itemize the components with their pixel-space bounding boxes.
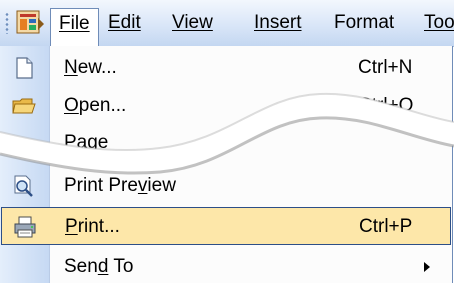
print-preview-icon <box>12 175 36 197</box>
menu-item-new[interactable]: New... Ctrl+N <box>0 49 452 87</box>
menu-item-page-setup[interactable]: Page <box>0 124 452 162</box>
office-app-icon[interactable] <box>14 8 46 38</box>
menu-insert[interactable]: Insert <box>254 8 302 38</box>
menu-item-print-label: Print... <box>65 216 120 237</box>
menu-item-send-to-label: Send To <box>64 256 134 277</box>
menu-edit[interactable]: Edit <box>108 8 141 38</box>
menu-file-label: File <box>59 13 90 34</box>
menu-item-send-to[interactable]: Send To <box>0 248 452 286</box>
menu-edit-label: Edit <box>108 12 141 33</box>
printer-icon <box>13 216 37 238</box>
menu-item-new-shortcut: Ctrl+N <box>358 57 413 78</box>
file-menu-dropdown: New... Ctrl+N Open... Ctrl+O Page Print … <box>0 46 453 283</box>
menu-item-print[interactable]: Print... Ctrl+P <box>1 207 451 245</box>
menu-insert-label: Insert <box>254 12 302 33</box>
menu-view[interactable]: View <box>172 8 213 38</box>
menu-item-open-shortcut: Ctrl+O <box>358 95 414 116</box>
menu-file[interactable]: File <box>50 8 99 46</box>
new-document-icon <box>12 57 36 79</box>
menu-view-label: View <box>172 12 213 33</box>
menu-tools-label: Too <box>424 12 454 33</box>
menu-item-new-label: New... <box>64 57 117 78</box>
menu-item-print-preview-label: Print Preview <box>64 175 176 196</box>
menu-format-label: Format <box>334 12 395 33</box>
menu-item-open-label: Open... <box>64 95 127 116</box>
submenu-arrow-icon <box>424 262 430 272</box>
menu-item-print-preview[interactable]: Print Preview <box>0 167 452 205</box>
menu-item-page-label: Page <box>64 132 109 153</box>
toolbar-grip[interactable] <box>5 12 9 34</box>
menu-item-print-shortcut: Ctrl+P <box>359 216 413 237</box>
menu-format[interactable]: Format <box>334 8 394 38</box>
menu-item-open[interactable]: Open... Ctrl+O <box>0 87 452 125</box>
open-folder-icon <box>12 95 36 117</box>
menu-bar: File Edit View Insert Format Too <box>0 0 454 47</box>
menu-tools[interactable]: Too <box>424 8 454 38</box>
